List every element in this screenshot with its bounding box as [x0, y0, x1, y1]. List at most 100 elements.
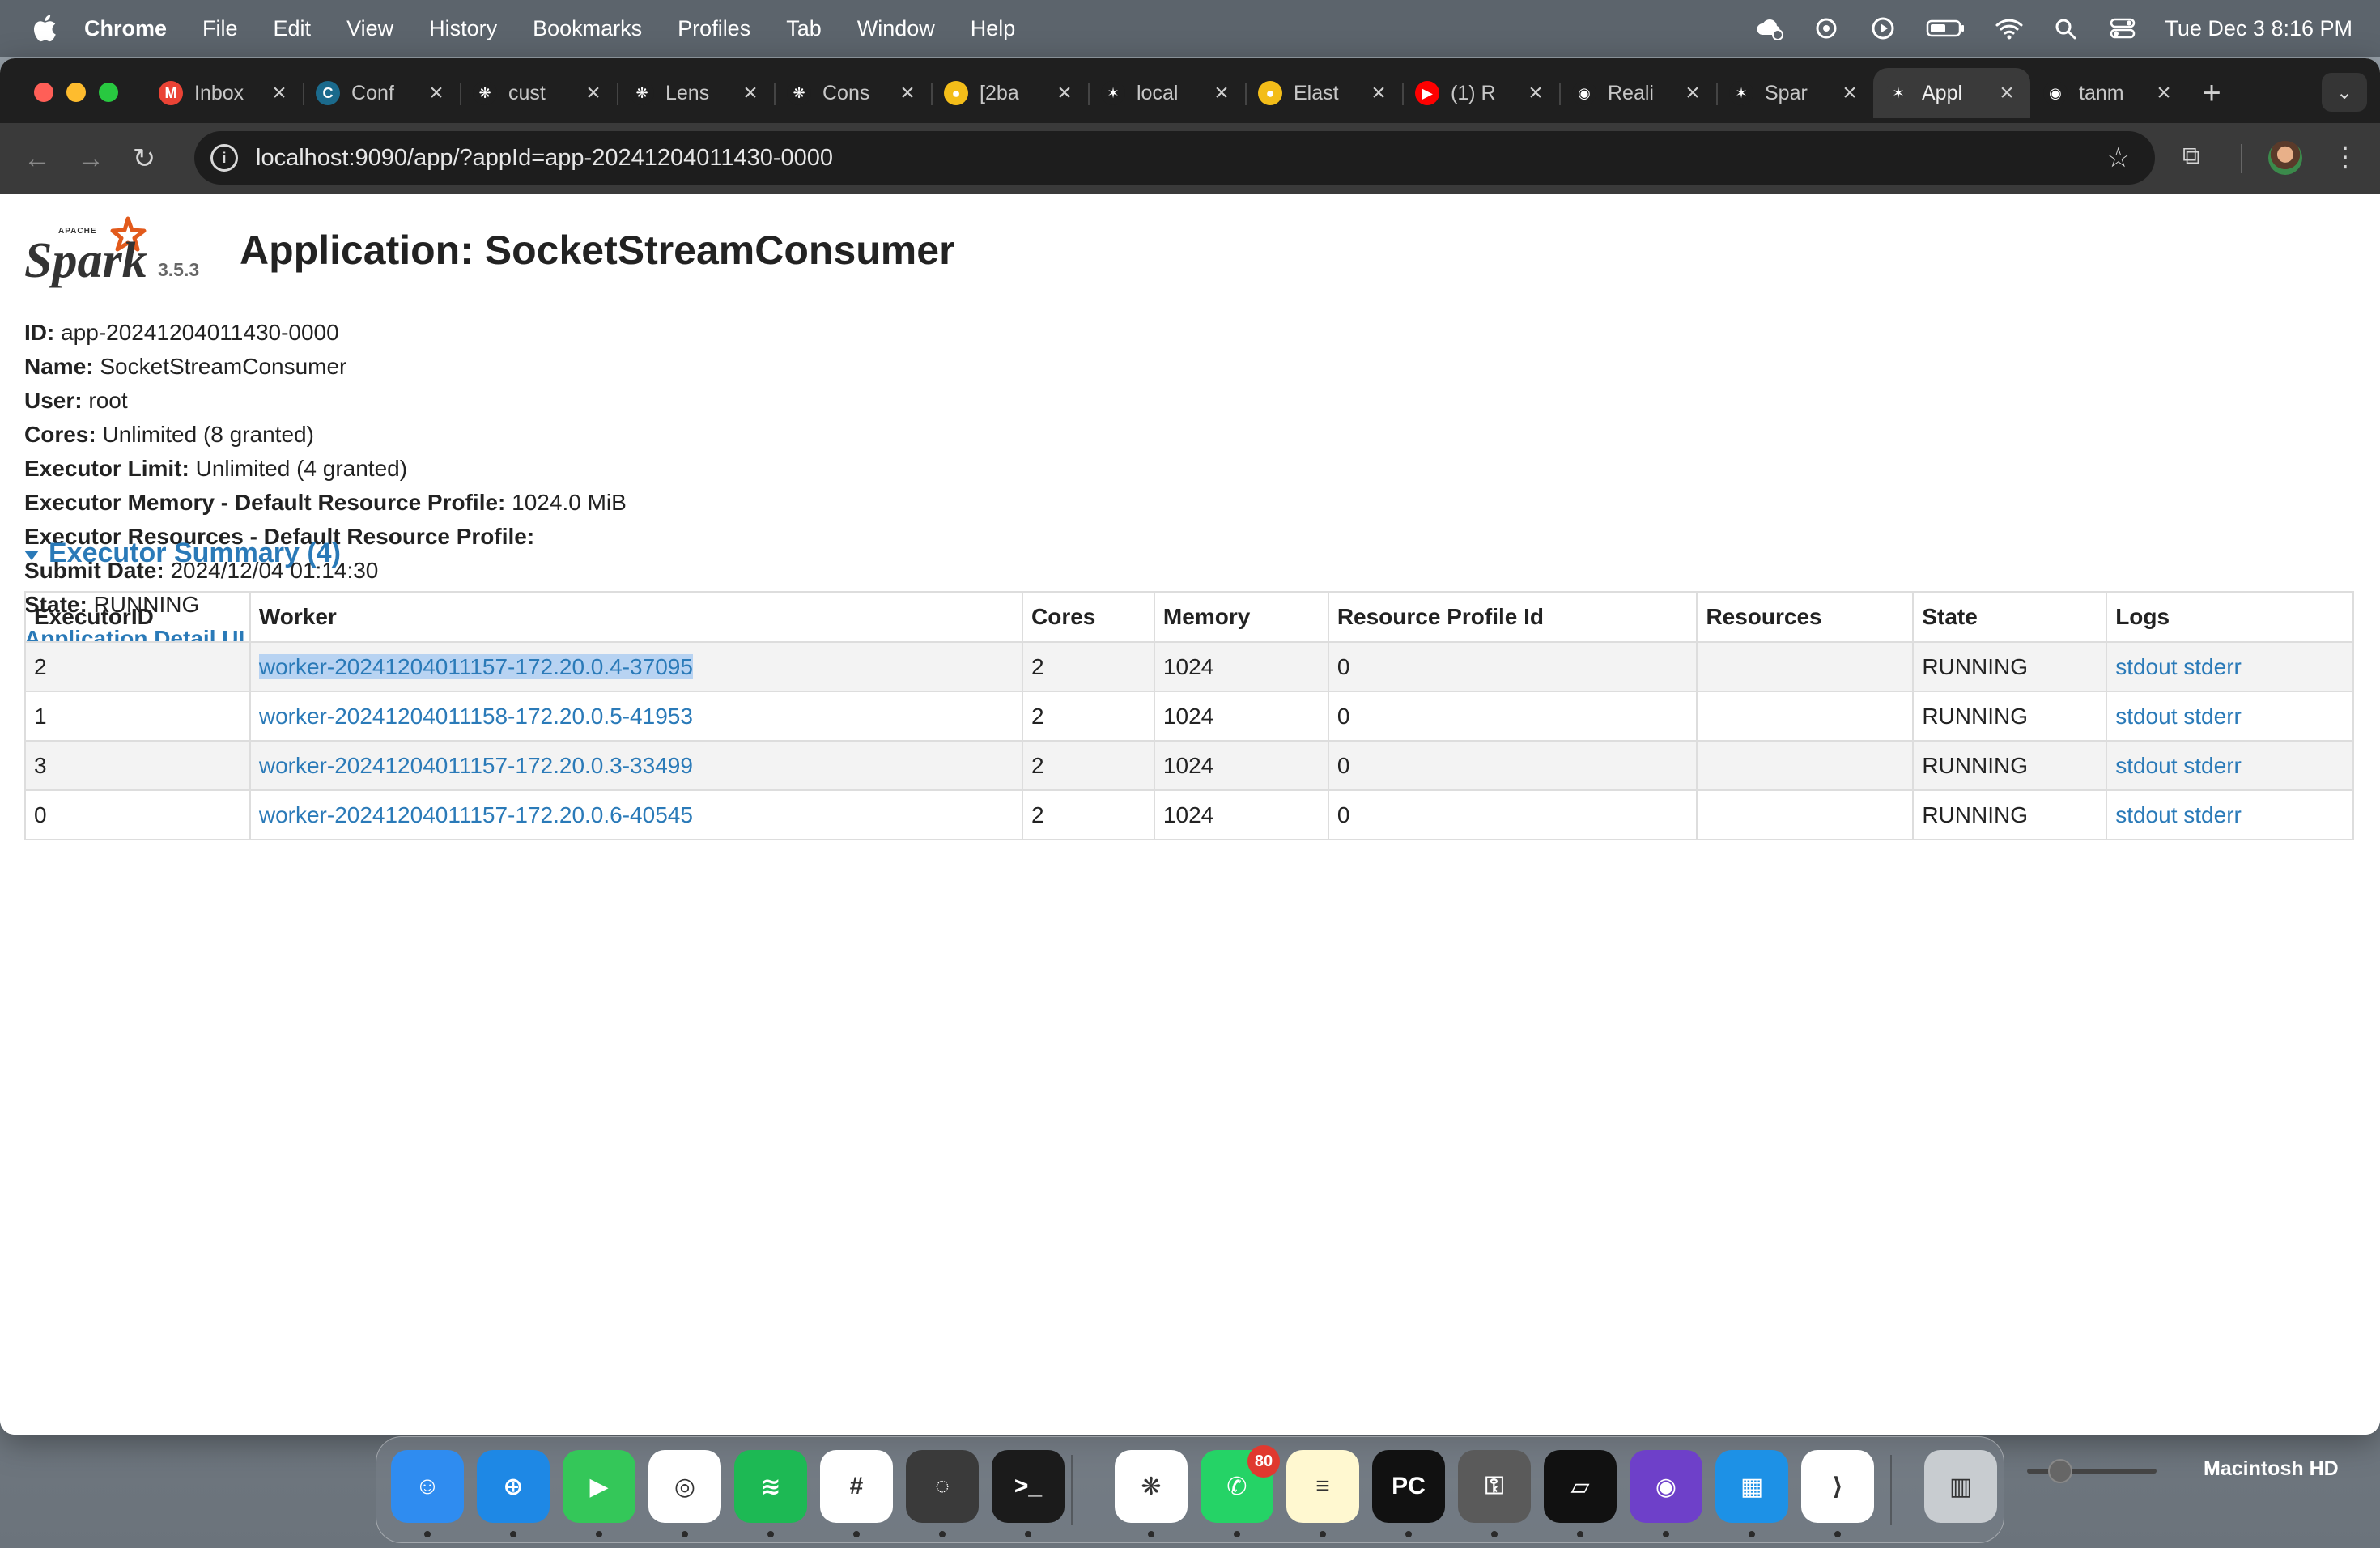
reload-button[interactable]: ↻ [128, 142, 160, 175]
stdout-link[interactable]: stdout [2115, 704, 2177, 729]
menu-bookmarks[interactable]: Bookmarks [533, 16, 642, 41]
browser-tab[interactable]: ❋ Lens × [617, 68, 774, 118]
dock-size-slider-knob[interactable] [2048, 1459, 2072, 1483]
docker-icon[interactable]: ▦ [1715, 1450, 1788, 1523]
column-header-logs[interactable]: Logs [2106, 591, 2354, 643]
stdout-link[interactable]: stdout [2115, 654, 2177, 679]
browser-tab[interactable]: C Conf × [303, 68, 460, 118]
spotify-icon[interactable]: ≋ [734, 1450, 807, 1523]
stderr-link[interactable]: stderr [2183, 753, 2242, 778]
close-tab-icon[interactable]: × [1682, 79, 1703, 107]
battery-icon[interactable] [1925, 15, 1967, 41]
menu-window[interactable]: Window [857, 16, 935, 41]
cloud-status-icon[interactable] [1755, 15, 1784, 41]
worker-link[interactable]: worker-20241204011158-172.20.0.5-41953 [259, 704, 693, 729]
extensions-icon[interactable]: ⧉ [2182, 142, 2215, 175]
close-tab-icon[interactable]: × [269, 79, 290, 107]
github-desktop-icon[interactable]: ◉ [1630, 1450, 1702, 1523]
column-header-resources[interactable]: Resources [1696, 591, 1915, 643]
close-tab-icon[interactable]: × [1054, 79, 1075, 107]
worker-link[interactable]: worker-20241204011157-172.20.0.4-37095 [258, 653, 693, 679]
browser-tab[interactable]: ◉ Reali × [1559, 68, 1716, 118]
close-tab-icon[interactable]: × [1996, 79, 2017, 107]
stderr-link[interactable]: stderr [2183, 654, 2242, 679]
browser-tab[interactable]: ✶ Spar × [1716, 68, 1873, 118]
close-tab-icon[interactable]: × [1839, 79, 1860, 107]
bookmark-star-icon[interactable]: ☆ [2106, 142, 2131, 174]
menu-help[interactable]: Help [971, 16, 1016, 41]
close-tab-icon[interactable]: × [426, 79, 447, 107]
worker-link[interactable]: worker-20241204011157-172.20.0.6-40545 [259, 802, 693, 827]
slack-icon[interactable]: # [820, 1450, 893, 1523]
close-tab-icon[interactable]: × [897, 79, 918, 107]
browser-tab[interactable]: ◉ tanm × [2030, 68, 2187, 118]
menu-clock[interactable]: Tue Dec 3 8:16 PM [2165, 16, 2352, 41]
chatgpt-menu-icon[interactable] [1812, 15, 1841, 41]
browser-tab[interactable]: ❋ Cons × [774, 68, 931, 118]
close-window-button[interactable] [34, 83, 53, 102]
menu-view[interactable]: View [346, 16, 393, 41]
menu-profiles[interactable]: Profiles [678, 16, 750, 41]
control-center-icon[interactable] [2108, 15, 2137, 41]
column-header-state[interactable]: State [1912, 591, 2108, 643]
minimize-window-button[interactable] [66, 83, 86, 102]
column-header-memory[interactable]: Memory [1153, 591, 1329, 643]
url-text[interactable]: localhost:9090/app/?appId=app-2024120401… [256, 145, 833, 172]
profile-avatar[interactable] [2268, 141, 2302, 175]
menu-file[interactable]: File [202, 16, 238, 41]
notes-icon[interactable]: ≡ [1286, 1450, 1359, 1523]
column-header-worker[interactable]: Worker [249, 591, 1024, 643]
macintosh-hd-label[interactable]: Macintosh HD [2204, 1457, 2339, 1481]
facetime-icon[interactable]: ▶ [563, 1450, 635, 1523]
stderr-link[interactable]: stderr [2183, 704, 2242, 729]
apple-menu-icon[interactable] [32, 15, 57, 42]
spotlight-search-icon[interactable] [2051, 15, 2080, 41]
close-tab-icon[interactable]: × [1368, 79, 1389, 107]
cursor-icon[interactable]: ▱ [1544, 1450, 1617, 1523]
browser-tab[interactable]: ● [2ba × [931, 68, 1088, 118]
browser-tab[interactable]: ❋ cust × [460, 68, 617, 118]
stdout-link[interactable]: stdout [2115, 802, 2177, 827]
menu-edit[interactable]: Edit [274, 16, 312, 41]
browser-tab[interactable]: M Inbox × [146, 68, 303, 118]
browser-tab[interactable]: ✶ local × [1088, 68, 1245, 118]
menu-history[interactable]: History [429, 16, 497, 41]
browser-tab[interactable]: ✶ Appl × [1873, 68, 2030, 118]
close-tab-icon[interactable]: × [1211, 79, 1232, 107]
pycharm-icon[interactable]: PC [1372, 1450, 1445, 1523]
stdout-link[interactable]: stdout [2115, 753, 2177, 778]
worker-link[interactable]: worker-20241204011157-172.20.0.3-33499 [259, 753, 693, 778]
browser-tab[interactable]: ▶ (1) R × [1402, 68, 1559, 118]
safari-icon[interactable]: ⊕ [477, 1450, 550, 1523]
terminal-icon[interactable]: >_ [992, 1450, 1065, 1523]
wifi-icon[interactable] [1995, 15, 2024, 41]
browser-tab[interactable]: ● Elast × [1245, 68, 1402, 118]
chrome-icon[interactable]: ◎ [648, 1450, 721, 1523]
column-header-cores[interactable]: Cores [1022, 591, 1155, 643]
close-tab-icon[interactable]: × [740, 79, 761, 107]
zoom-window-button[interactable] [99, 83, 118, 102]
menu-app-name[interactable]: Chrome [84, 16, 167, 41]
back-button[interactable]: ← [21, 142, 53, 175]
vscode-icon[interactable]: ⟩ [1801, 1450, 1874, 1523]
close-tab-icon[interactable]: × [1525, 79, 1546, 107]
trash-icon[interactable]: ▥ [1924, 1450, 1997, 1523]
close-tab-icon[interactable]: × [2153, 79, 2174, 107]
stderr-link[interactable]: stderr [2183, 802, 2242, 827]
new-tab-button[interactable]: + [2187, 68, 2236, 118]
menu-tab[interactable]: Tab [786, 16, 822, 41]
forward-button[interactable]: → [74, 142, 107, 175]
close-tab-icon[interactable]: × [583, 79, 604, 107]
play-circle-icon[interactable] [1868, 15, 1898, 41]
column-header-executor-id[interactable]: ExecutorID [24, 591, 251, 643]
keychain-icon[interactable]: ⚿ [1458, 1450, 1531, 1523]
finder-icon[interactable]: ☺ [391, 1450, 464, 1523]
address-bar[interactable]: i localhost:9090/app/?appId=app-20241204… [194, 131, 2155, 185]
chatgpt-icon[interactable]: ❋ [1115, 1450, 1188, 1523]
column-header-resource-profile-id[interactable]: Resource Profile Id [1327, 591, 1698, 643]
executor-summary-toggle[interactable]: Executor Summary (4) [24, 538, 341, 569]
activity-icon[interactable]: ◌ [906, 1450, 979, 1523]
site-info-icon[interactable]: i [210, 144, 238, 172]
tab-search-button[interactable]: ⌄ [2322, 73, 2367, 112]
chrome-menu-icon[interactable]: ⋮ [2331, 141, 2359, 173]
